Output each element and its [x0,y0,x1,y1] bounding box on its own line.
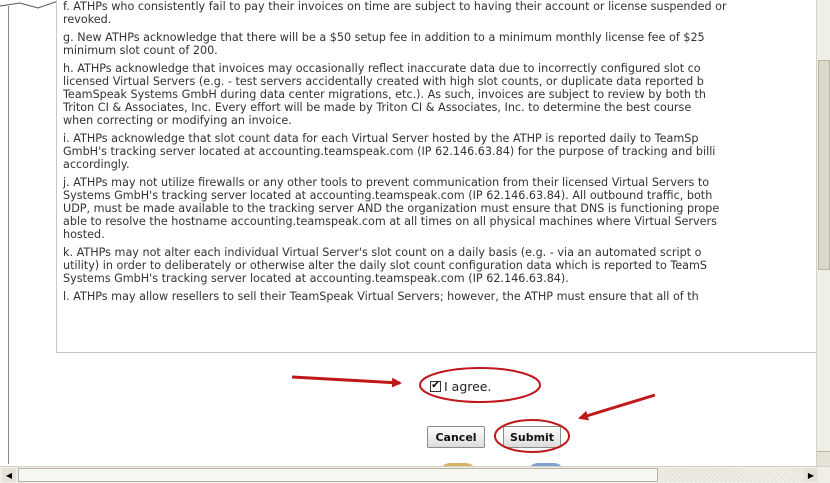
page-left-border [8,6,9,464]
cancel-button[interactable]: Cancel [427,426,485,448]
agree-checkbox-row[interactable]: ✔ I agree. [430,376,550,396]
scroll-down-arrow-icon[interactable] [817,451,830,466]
scroll-right-arrow-icon[interactable]: ▶ [804,468,818,482]
agree-label: I agree. [444,378,492,394]
term-g: g. New ATHPs acknowledge that there will… [63,31,705,57]
scroll-left-arrow-icon[interactable]: ◀ [2,468,16,482]
horizontal-scrollbar[interactable]: ◀ ▶ [0,466,830,483]
submit-button[interactable]: Submit [503,426,561,448]
annotation-arrow-agree-icon [291,375,402,388]
vertical-scrollbar-thumb[interactable] [818,60,830,270]
term-l: l. ATHPs may allow resellers to sell the… [63,290,699,303]
annotation-arrow-submit-icon [578,393,656,421]
term-j: j. ATHPs may not utilize firewalls or an… [63,176,720,241]
horizontal-scrollbar-track[interactable] [658,468,804,482]
terms-list: f. ATHPs who consistently fail to pay th… [57,0,819,303]
term-i: i. ATHPs acknowledge that slot count dat… [63,132,716,171]
vertical-scrollbar[interactable] [816,0,830,466]
terms-scroll-box[interactable]: f. ATHPs who consistently fail to pay th… [56,0,819,353]
term-h: h. ATHPs acknowledge that invoices may o… [63,62,706,127]
horizontal-scrollbar-thumb[interactable] [18,468,658,482]
term-k: k. ATHPs may not alter each individual V… [63,246,708,285]
term-f: f. ATHPs who consistently fail to pay th… [63,0,727,26]
agree-checkbox[interactable]: ✔ [430,380,441,392]
